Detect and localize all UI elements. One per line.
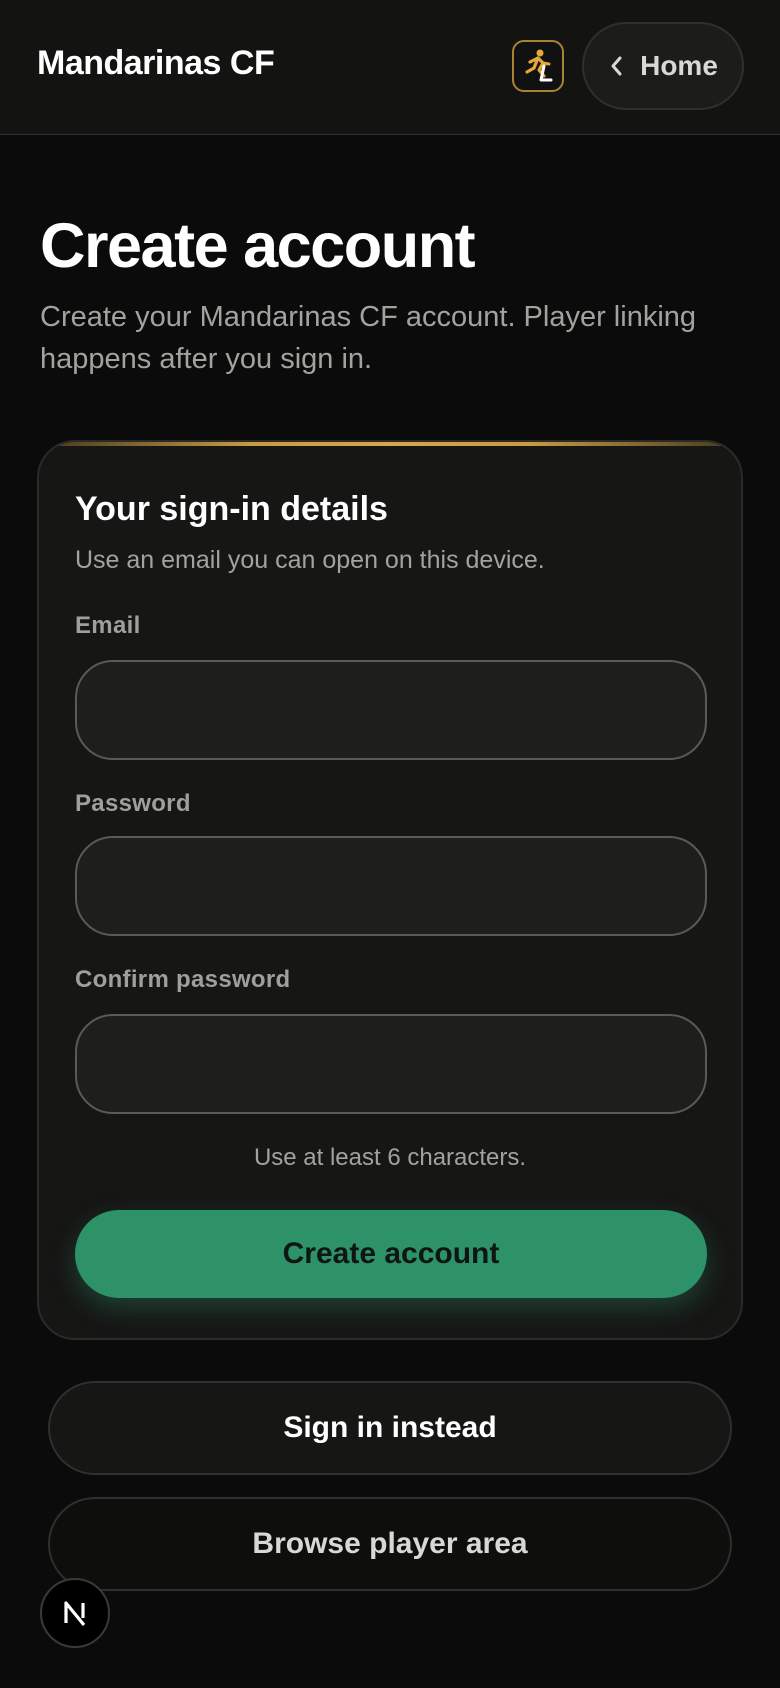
runner-logo-icon[interactable] xyxy=(512,40,564,92)
password-hint: Use at least 6 characters. xyxy=(253,1144,527,1171)
sign-in-details-card: Your sign-in details Use an email you ca… xyxy=(37,440,743,1340)
nextjs-dev-indicator-icon[interactable] xyxy=(40,1578,110,1648)
email-label: Email xyxy=(75,612,141,639)
page-subtitle: Create your Mandarinas CF account. Playe… xyxy=(40,301,697,375)
create-account-button[interactable]: Create account xyxy=(75,1210,707,1298)
confirm-password-label: Confirm password xyxy=(75,966,291,993)
app-header: Mandarinas CF Home xyxy=(0,0,780,135)
sign-in-instead-button[interactable]: Sign in instead xyxy=(48,1381,732,1475)
home-button-label: Home xyxy=(640,50,718,81)
chevron-left-icon xyxy=(611,56,622,76)
password-label: Password xyxy=(75,790,191,817)
confirm-password-field[interactable] xyxy=(75,1014,707,1114)
email-field[interactable] xyxy=(75,660,707,760)
card-accent-bar xyxy=(39,442,741,446)
runner-logo-graphic xyxy=(525,49,553,82)
brand-name[interactable]: Mandarinas CF xyxy=(37,44,275,83)
browse-player-area-button[interactable]: Browse player area xyxy=(48,1497,732,1591)
home-button[interactable]: Home xyxy=(582,22,744,110)
n-letter-icon xyxy=(64,1601,86,1627)
card-title: Your sign-in details xyxy=(75,490,388,528)
card-subtitle: Use an email you can open on this device… xyxy=(75,546,545,574)
password-field[interactable] xyxy=(75,836,707,936)
page-title: Create account xyxy=(40,211,476,281)
